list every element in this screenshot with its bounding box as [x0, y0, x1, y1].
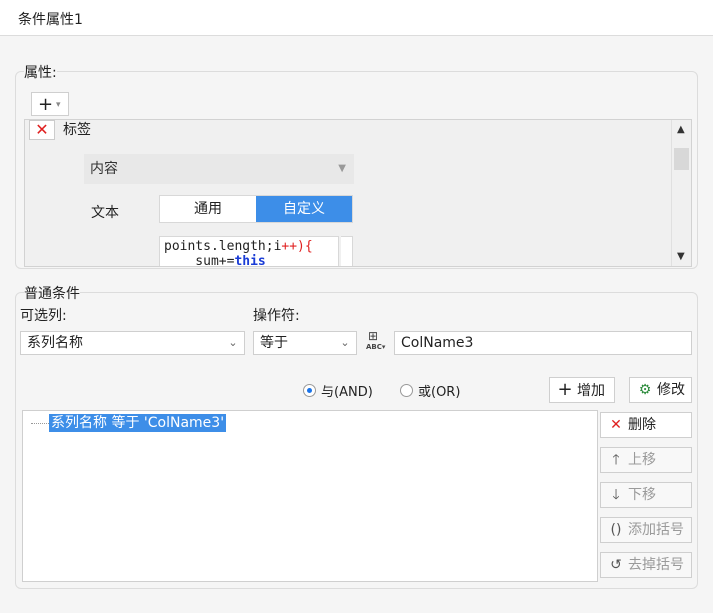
- content-select-value: 内容: [90, 161, 118, 177]
- radio-selected-icon: [303, 384, 316, 397]
- remove-bracket-icon: ↺: [610, 557, 622, 573]
- scrollbar-thumb[interactable]: [674, 148, 689, 170]
- close-icon: ✕: [35, 120, 49, 139]
- up-label: 上移: [628, 452, 656, 468]
- text-label: 文本: [91, 205, 119, 221]
- chevron-up-icon[interactable]: ▲: [677, 124, 685, 135]
- chevron-down-icon: ▼: [338, 163, 346, 174]
- chevron-down-icon: ⌄: [228, 336, 238, 349]
- remove-bracket-label: 去掉括号: [628, 557, 684, 573]
- add-label: 增加: [577, 383, 605, 399]
- code-keyword: this: [234, 254, 266, 267]
- add-bracket-button[interactable]: () 添加括号: [600, 517, 692, 543]
- and-radio-label: 与(AND): [321, 385, 373, 400]
- code-text: points.length;i: [164, 239, 282, 254]
- modify-label: 修改: [657, 382, 685, 398]
- remove-property-button[interactable]: ✕: [29, 120, 55, 140]
- list-item[interactable]: 系列名称 等于 'ColName3': [49, 414, 227, 432]
- conditions-legend: 普通条件: [24, 283, 80, 303]
- arrow-down-icon: 🡓: [612, 487, 620, 503]
- remove-bracket-button[interactable]: ↺ 去掉括号: [600, 552, 692, 578]
- chevron-down-icon[interactable]: ▼: [677, 251, 685, 262]
- or-radio-label: 或(OR): [418, 385, 461, 400]
- radio-icon: [400, 384, 413, 397]
- operator-select[interactable]: 等于 ⌄: [253, 331, 357, 355]
- column-select-value: 系列名称: [27, 335, 83, 351]
- content-select[interactable]: 内容 ▼: [84, 154, 354, 184]
- close-icon: ✕: [610, 417, 622, 433]
- condition-value-text: ColName3: [401, 335, 474, 351]
- tag-property-label: 标签: [63, 122, 91, 138]
- plus-icon: +: [38, 94, 54, 115]
- plus-icon: +: [557, 379, 573, 400]
- abc-glyph: ABC▾: [366, 343, 386, 351]
- down-label: 下移: [628, 487, 656, 503]
- tree-connector: [31, 423, 49, 424]
- move-up-button[interactable]: 🡑 上移: [600, 447, 692, 473]
- column-select[interactable]: 系列名称 ⌄: [20, 331, 245, 355]
- value-type-icon[interactable]: ⊞ ABC▾: [364, 329, 388, 355]
- tab-general[interactable]: 通用: [160, 196, 256, 222]
- operator-label: 操作符:: [253, 308, 300, 324]
- code-text: sum+=: [164, 254, 235, 267]
- column-label: 可选列:: [20, 308, 67, 324]
- or-radio[interactable]: 或(OR): [400, 381, 460, 400]
- condition-value-input[interactable]: ColName3: [394, 331, 692, 355]
- bracket-icon: (): [610, 522, 622, 538]
- delete-label: 删除: [628, 417, 656, 433]
- operator-select-value: 等于: [260, 335, 288, 351]
- type-glyph: ⊞: [368, 329, 379, 343]
- code-text: ++){: [281, 239, 313, 254]
- delete-button[interactable]: ✕ 删除: [600, 412, 692, 438]
- arrow-up-icon: 🡑: [612, 452, 620, 468]
- chevron-down-icon: ▾: [56, 100, 61, 110]
- code-editor-edge: [341, 236, 353, 266]
- add-bracket-label: 添加括号: [628, 522, 684, 538]
- chevron-down-icon: ⌄: [340, 336, 350, 349]
- property-list: ✕ 标签 内容 ▼ 文本 通用 自定义 points.length;i++){ …: [24, 119, 692, 267]
- vertical-scrollbar[interactable]: ▲ ▼: [671, 120, 691, 266]
- edit-icon: ⚙: [638, 382, 652, 398]
- condition-list[interactable]: 系列名称 等于 'ColName3': [22, 410, 598, 582]
- modify-condition-button[interactable]: ⚙ 修改: [629, 377, 692, 403]
- properties-legend: 属性:: [24, 62, 57, 82]
- text-mode-toggle: 通用 自定义: [159, 195, 353, 223]
- move-down-button[interactable]: 🡓 下移: [600, 482, 692, 508]
- code-editor[interactable]: points.length;i++){ sum+=this: [159, 236, 339, 267]
- title-bar: 条件属性1: [0, 0, 713, 36]
- tab-custom[interactable]: 自定义: [256, 196, 352, 222]
- window-title: 条件属性1: [18, 12, 83, 28]
- add-property-button[interactable]: + ▾: [31, 92, 69, 116]
- add-condition-button[interactable]: + 增加: [549, 377, 615, 403]
- and-radio[interactable]: 与(AND): [303, 381, 373, 400]
